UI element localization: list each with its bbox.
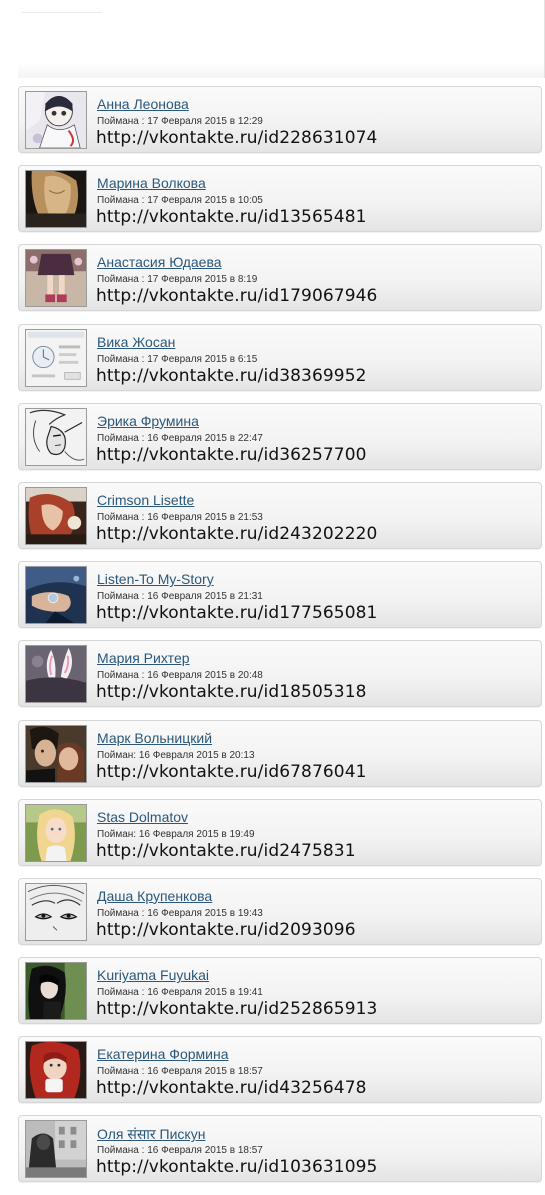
- drawing-girl-avatar-icon[interactable]: [25, 91, 87, 149]
- caught-date: Поймана : 17 Февраля 2015 в 12:29: [97, 116, 263, 127]
- blonde-girl-avatar-icon[interactable]: [25, 803, 87, 862]
- user-name-link[interactable]: Stas Dolmatov: [97, 809, 188, 825]
- profile-url: http://vkontakte.ru/id103631095: [96, 1157, 378, 1178]
- list-item: Мария Рихтер Поймана : 16 Февраля 2015 в…: [18, 640, 542, 708]
- window-screenshot-avatar-icon[interactable]: [25, 328, 87, 387]
- user-name-link[interactable]: Анастасия Юдаева: [97, 254, 222, 270]
- list-item: Listen-To My-Story Поймана : 16 Февраля …: [18, 561, 542, 629]
- sketch-elf-avatar-icon[interactable]: [25, 407, 87, 466]
- list-item: Марина Волкова Поймана : 17 Февраля 2015…: [18, 165, 542, 233]
- profile-url: http://vkontakte.ru/id18505318: [96, 682, 367, 703]
- list-item: Вика Жосан Поймана : 17 Февраля 2015 в 6…: [18, 323, 542, 391]
- user-name-link[interactable]: Марк Вольницкий: [97, 730, 212, 746]
- caught-date: Поймана : 16 Февраля 2015 в 20:48: [97, 670, 263, 682]
- caught-date: Поймана : 17 Февраля 2015 в 10:05: [97, 195, 263, 207]
- user-name-link[interactable]: Екатерина Формина: [97, 1046, 228, 1062]
- profile-url: http://vkontakte.ru/id228631074: [96, 128, 378, 148]
- caught-users-list: Анна Леонова Поймана : 17 Февраля 2015 в…: [18, 86, 542, 1195]
- caught-date: Поймана : 17 Февраля 2015 в 6:15: [97, 353, 258, 365]
- profile-url: http://vkontakte.ru/id13565481: [96, 207, 367, 228]
- list-item: Анна Леонова Поймана : 17 Февраля 2015 в…: [18, 86, 542, 153]
- profile-url: http://vkontakte.ru/id177565081: [96, 603, 378, 624]
- list-item: Анастасия Юдаева Поймана : 17 Февраля 20…: [18, 244, 542, 312]
- red-hair-cup-avatar-icon[interactable]: [25, 1041, 87, 1100]
- caught-date: Пойман: 16 Февраля 2015 в 20:13: [97, 749, 255, 761]
- caught-date: Поймана : 16 Февраля 2015 в 19:43: [97, 907, 263, 919]
- bunny-ears-avatar-icon[interactable]: [25, 645, 87, 704]
- caught-date: Поймана : 16 Февраля 2015 в 22:47: [97, 432, 263, 444]
- hand-ring-avatar-icon[interactable]: [25, 566, 87, 625]
- caught-date: Поймана : 16 Февраля 2015 в 21:31: [97, 591, 263, 603]
- list-item: Оля संसार Пискун Поймана : 16 Февраля 20…: [18, 1115, 542, 1183]
- user-name-link[interactable]: Вика Жосан: [97, 334, 175, 350]
- top-panel: [18, 0, 545, 78]
- girl-legs-avatar-icon[interactable]: [25, 249, 87, 308]
- list-item: Эрика Фрумина Поймана : 16 Февраля 2015 …: [18, 402, 542, 470]
- profile-url: http://vkontakte.ru/id38369952: [96, 365, 367, 386]
- top-divider: [22, 12, 102, 13]
- couple-avatar-icon[interactable]: [25, 724, 87, 783]
- user-name-link[interactable]: Listen-To My-Story: [97, 571, 214, 587]
- list-item: Екатерина Формина Поймана : 16 Февраля 2…: [18, 1036, 542, 1104]
- caught-date: Поймана : 17 Февраля 2015 в 8:19: [97, 274, 258, 286]
- caught-date: Поймана : 16 Февраля 2015 в 21:53: [97, 511, 263, 523]
- user-name-link[interactable]: Crimson Lisette: [97, 492, 194, 508]
- list-item: Crimson Lisette Поймана : 16 Февраля 201…: [18, 481, 542, 549]
- user-name-link[interactable]: Kuriyama Fuyukai: [97, 967, 209, 983]
- caught-date: Поймана : 16 Февраля 2015 в 19:41: [97, 987, 263, 999]
- list-item: Марк Вольницкий Пойман: 16 Февраля 2015 …: [18, 719, 542, 787]
- caught-date: Пойман: 16 Февраля 2015 в 19:49: [97, 828, 255, 840]
- user-name-link[interactable]: Анна Леонова: [97, 96, 189, 112]
- profile-url: http://vkontakte.ru/id243202220: [96, 523, 378, 544]
- red-hair-avatar-icon[interactable]: [25, 486, 87, 545]
- profile-url: http://vkontakte.ru/id36257700: [96, 444, 367, 465]
- list-item: Kuriyama Fuyukai Поймана : 16 Февраля 20…: [18, 957, 542, 1025]
- caught-date: Поймана : 16 Февраля 2015 в 18:57: [97, 1145, 263, 1157]
- user-name-link[interactable]: Оля संसार Пискун: [97, 1125, 205, 1144]
- dark-anime-avatar-icon[interactable]: [25, 962, 87, 1021]
- street-photo-avatar-icon[interactable]: [25, 1120, 87, 1179]
- list-item: Stas Dolmatov Пойман: 16 Февраля 2015 в …: [18, 798, 542, 866]
- list-item: Даша Крупенкова Поймана : 16 Февраля 201…: [18, 877, 542, 945]
- user-name-link[interactable]: Даша Крупенкова: [97, 888, 212, 904]
- profile-url: http://vkontakte.ru/id2475831: [96, 840, 356, 861]
- user-name-link[interactable]: Марина Волкова: [97, 175, 206, 191]
- user-name-link[interactable]: Мария Рихтер: [97, 650, 190, 666]
- profile-url: http://vkontakte.ru/id252865913: [96, 999, 378, 1020]
- user-name-link[interactable]: Эрика Фрумина: [97, 413, 199, 429]
- caught-date: Поймана : 16 Февраля 2015 в 18:57: [97, 1066, 263, 1078]
- blonde-hair-avatar-icon[interactable]: [25, 170, 87, 229]
- profile-url: http://vkontakte.ru/id67876041: [96, 761, 367, 782]
- profile-url: http://vkontakte.ru/id179067946: [96, 286, 378, 307]
- profile-url: http://vkontakte.ru/id43256478: [96, 1078, 367, 1099]
- profile-url: http://vkontakte.ru/id2093096: [96, 919, 356, 940]
- sketch-eyes-avatar-icon[interactable]: [25, 882, 87, 941]
